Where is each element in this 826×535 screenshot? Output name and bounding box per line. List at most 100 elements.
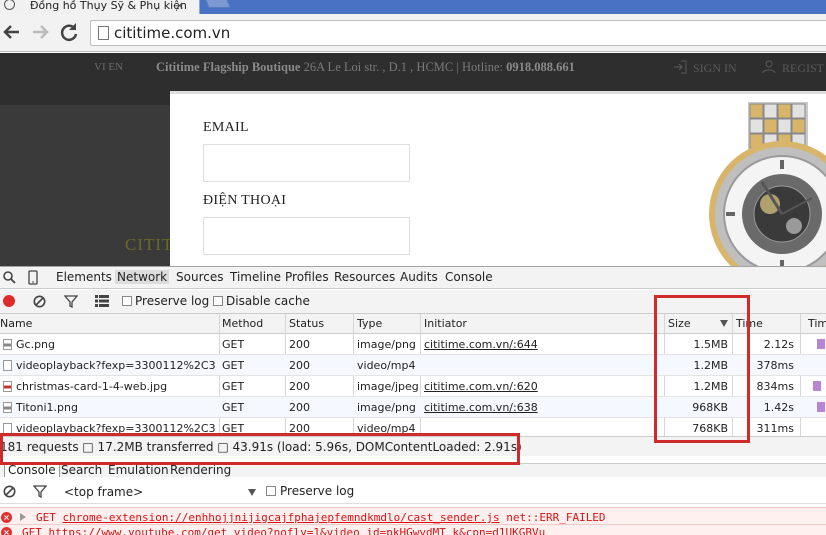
disable-cache-label: Disable cache [226,294,310,308]
drawer-tab-emulation[interactable]: Emulation [108,464,169,477]
email-label: EMAIL [203,120,249,135]
boutique-name: Cititime Flagship Boutique [156,60,301,74]
console-messages: × GET chrome-extension://enhhojjnijigcaj… [0,507,826,535]
column-timeline[interactable]: Time [808,317,826,330]
column-status[interactable]: Status [289,317,324,330]
column-type[interactable]: Type [357,317,382,330]
console-preserve-log-label: Preserve log [280,484,355,498]
request-initiator-link[interactable]: cititime.com.vn/:644 [424,338,538,351]
register-link[interactable]: REGIST [762,60,824,76]
phone-label: ĐIỆN THOẠI [203,193,287,208]
record-icon[interactable] [3,295,15,307]
clear-console-icon[interactable] [3,485,16,501]
expand-triangle-icon[interactable] [20,513,26,521]
summary-highlight [0,433,520,465]
sign-in-label: SIGN IN [693,61,737,75]
drawer-tab-bar: Console Search Emulation Rendering [0,463,826,477]
watch-image [709,102,826,266]
request-status: 200 [289,401,310,414]
filter-icon[interactable] [63,295,79,311]
request-initiator-link[interactable]: cititime.com.vn/:638 [424,401,538,414]
tab-network[interactable]: Network [115,270,170,284]
waterfall-bar [813,381,821,391]
clear-icon[interactable] [33,295,46,311]
device-mode-icon[interactable] [28,270,38,288]
request-name: christmas-card-1-4-web.jpg [16,380,168,393]
boutique-info: Cititime Flagship Boutique 26A Le Loi st… [156,60,575,75]
request-method: GET [222,338,245,351]
sign-in-icon [674,60,687,74]
register-label: REGIST [782,61,824,75]
contact-modal: EMAIL ĐIỆN THOẠI [170,91,826,266]
request-type: image/jpeg [357,380,419,393]
console-error-row[interactable]: × GET chrome-extension://enhhojjnijigcaj… [0,511,826,525]
large-rows-icon[interactable] [95,295,109,310]
request-type: image/png [357,338,416,351]
error-url-link[interactable]: chrome-extension://enhhojjnijigcajfphaje… [63,511,500,524]
email-field[interactable] [203,144,410,182]
site-logo: CITIT [125,235,174,254]
console-filter-icon[interactable] [32,485,48,501]
console-toolbar: <top frame> Preserve log [0,480,826,504]
url-text[interactable]: cititime.com.vn [114,24,230,42]
tab-elements[interactable]: Elements [56,270,112,284]
waterfall-bar [817,339,825,349]
drawer-tab-rendering[interactable]: Rendering [170,464,231,477]
request-initiator-link[interactable]: cititime.com.vn/:620 [424,380,538,393]
console-error-text: GET chrome-extension://enhhojjnijigcajfp… [36,511,606,524]
request-method: GET [222,359,245,372]
image-file-icon [3,402,12,413]
tab-sources[interactable]: Sources [176,270,223,284]
tab-timeline[interactable]: Timeline [230,270,281,284]
new-tab-button[interactable] [203,0,231,8]
tab-console[interactable]: Console [445,270,493,284]
tab-audits[interactable]: Audits [400,270,438,284]
address-bar[interactable]: cititime.com.vn [90,20,826,46]
image-file-icon [3,339,12,350]
request-type: video/mp4 [357,359,416,372]
sign-in-link[interactable]: SIGN IN [673,60,737,76]
boutique-address: 26A Le Loi str. , D.1 , HCMC | Hotline: [300,60,507,74]
frame-selector[interactable]: <top frame> [64,485,143,499]
user-icon [762,60,776,74]
error-icon: × [1,512,12,523]
browser-toolbar: cititime.com.vn [0,14,826,52]
request-status: 200 [289,338,310,351]
disable-cache-checkbox[interactable] [213,296,223,306]
browser-tab[interactable]: Đồng hồ Thụy Sỹ & Phụ kiện × [0,0,200,14]
drawer-tab-search[interactable]: Search [61,464,102,477]
loading-spinner-icon [4,0,15,10]
tab-resources[interactable]: Resources [334,270,395,284]
column-name[interactable]: Name [0,317,32,330]
preserve-log-checkbox[interactable] [122,296,132,306]
request-name: Gc.png [16,338,56,351]
back-arrow-icon[interactable] [0,20,24,44]
preserve-log-label: Preserve log [135,294,210,308]
column-method[interactable]: Method [222,317,263,330]
request-type: image/png [357,401,416,414]
image-file-icon [3,381,12,392]
drawer-tab-console[interactable]: Console [4,464,60,477]
request-name: videoplayback?fexp=3300112%2C330... [16,359,216,372]
error-message: net::ERR_FAILED [506,511,606,524]
language-switcher[interactable]: VI EN [94,61,123,73]
hotline: 0918.088.661 [506,60,575,74]
file-icon [3,360,12,371]
search-icon[interactable] [3,271,16,287]
request-method: GET [222,380,245,393]
request-status: 200 [289,359,310,372]
tab-close-icon[interactable]: × [175,0,184,12]
web-page: VI EN Cititime Flagship Boutique 26A Le … [0,53,826,266]
forward-arrow-icon[interactable] [28,20,52,44]
tab-strip: Đồng hồ Thụy Sỹ & Phụ kiện × [0,0,826,14]
reload-icon[interactable] [57,20,81,44]
chevron-down-icon[interactable] [248,489,256,496]
request-name: Titoni1.png [16,401,78,414]
column-initiator[interactable]: Initiator [424,317,467,330]
tab-profiles[interactable]: Profiles [285,270,329,284]
size-column-highlight [654,295,750,443]
phone-field[interactable] [203,217,410,255]
request-status: 200 [289,380,310,393]
console-preserve-log-checkbox[interactable] [266,486,276,496]
request-method: GET [222,401,245,414]
